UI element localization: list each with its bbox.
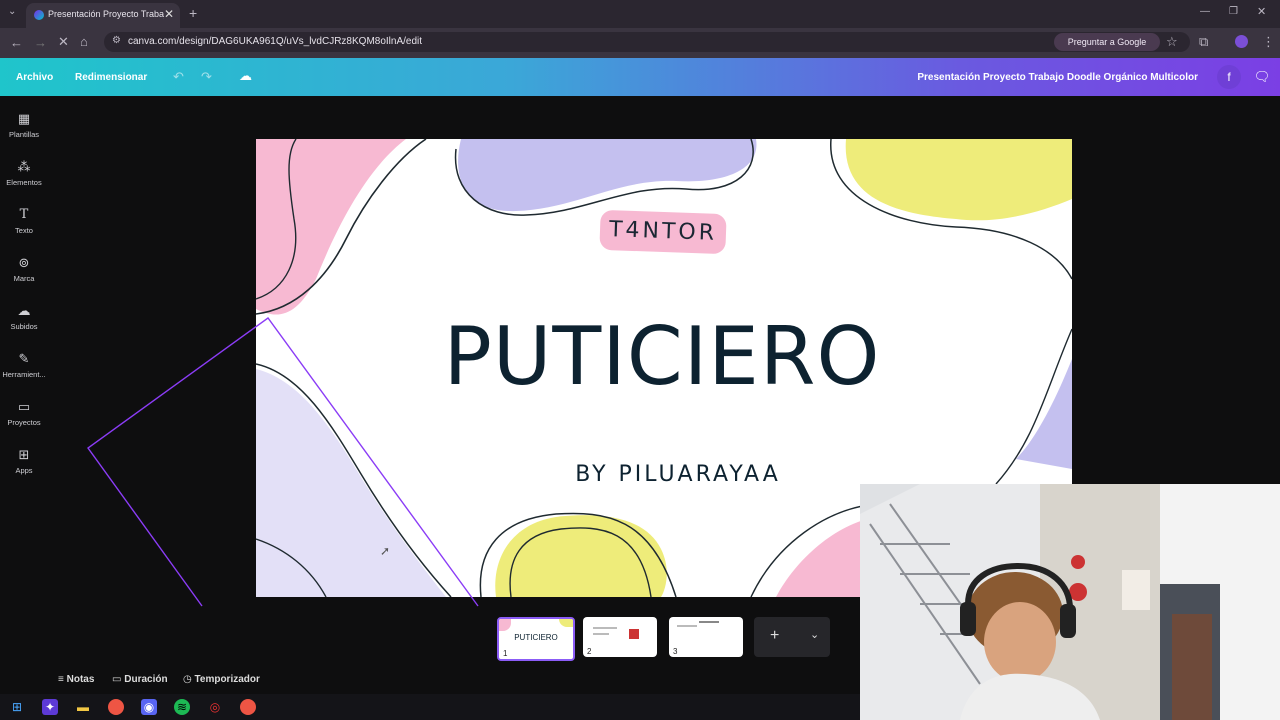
- thumbnail-decoration: [699, 621, 719, 623]
- page-thumbnail-3[interactable]: 3: [669, 617, 743, 657]
- page-thumbnail-1[interactable]: PUTICIERO 1: [497, 617, 575, 661]
- thumbnail-decoration: [677, 625, 697, 627]
- duration-button[interactable]: ▭ Duración: [112, 674, 168, 685]
- document-title[interactable]: Presentación Proyecto Trabajo Doodle Org…: [917, 72, 1198, 83]
- add-page-button[interactable]: +: [770, 627, 779, 645]
- chrome-icon[interactable]: [108, 699, 124, 715]
- notes-button[interactable]: ≡ Notas: [58, 674, 94, 685]
- user-avatar[interactable]: f: [1217, 65, 1241, 89]
- obs-icon[interactable]: ◎: [207, 699, 223, 715]
- thumbnail-decoration: [499, 619, 511, 631]
- minimize-window-icon[interactable]: —: [1200, 6, 1210, 17]
- notes-label: Notas: [66, 674, 95, 685]
- chrome-profile-icon[interactable]: [240, 699, 256, 715]
- thumbnail-text: PUTICIERO: [514, 633, 558, 642]
- add-page-group: + ⌄: [754, 617, 830, 657]
- thumbnail-decoration: [593, 633, 609, 635]
- webcam-overlay: [860, 484, 1280, 720]
- duration-label: Duración: [124, 674, 168, 685]
- timer-icon: ◷: [183, 674, 195, 685]
- thumbnail-number: 1: [503, 649, 508, 658]
- close-window-icon[interactable]: ✕: [1257, 5, 1266, 18]
- bookmark-star-icon[interactable]: ☆: [1166, 34, 1178, 50]
- windows-start-icon[interactable]: ⊞: [9, 699, 25, 715]
- thumbnail-decoration: [593, 627, 617, 629]
- chevron-down-icon[interactable]: ⌄: [810, 628, 819, 641]
- extensions-icon[interactable]: ⧉: [1199, 34, 1208, 50]
- browser-menu-icon[interactable]: ⋮: [1262, 34, 1275, 50]
- copilot-icon[interactable]: ✦: [42, 699, 58, 715]
- discord-icon[interactable]: ◉: [141, 699, 157, 715]
- thumbnail-decoration: [629, 629, 639, 639]
- timer-button[interactable]: ◷ Temporizador: [183, 674, 260, 685]
- mouse-cursor-icon: ➚: [380, 544, 391, 558]
- profile-icon[interactable]: [1235, 35, 1248, 48]
- restore-window-icon[interactable]: ❐: [1229, 6, 1238, 17]
- webcam-feed: [860, 484, 1280, 720]
- page-thumbnail-2[interactable]: 2: [583, 617, 657, 657]
- selection-guide-lines: [87, 317, 479, 607]
- os-taskbar: [0, 694, 860, 720]
- thumbnail-decoration: [559, 619, 573, 627]
- comment-icon[interactable]: 🗨: [1250, 65, 1274, 89]
- notes-icon: ≡: [58, 674, 67, 685]
- duration-icon: ▭: [112, 674, 125, 685]
- file-explorer-icon[interactable]: ▬: [75, 699, 91, 715]
- ask-google-button[interactable]: Preguntar a Google: [1054, 33, 1160, 51]
- thumbnail-number: 2: [587, 647, 592, 656]
- thumbnail-number: 3: [673, 647, 678, 656]
- timer-label: Temporizador: [194, 674, 260, 685]
- spotify-icon[interactable]: ≋: [174, 699, 190, 715]
